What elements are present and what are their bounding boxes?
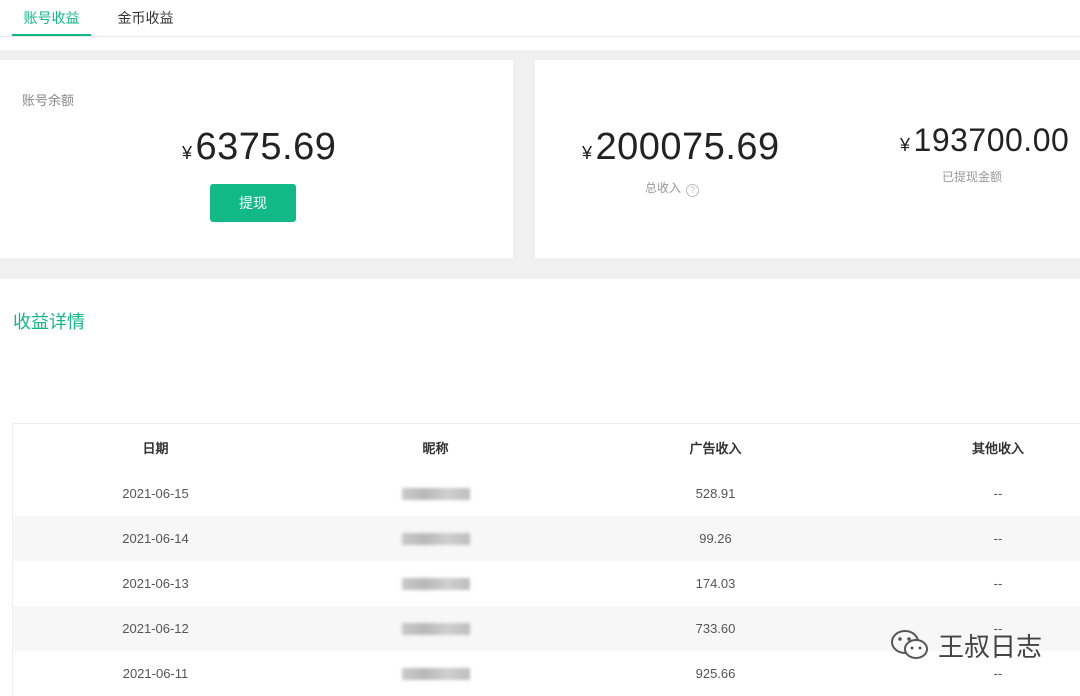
withdrawn-label: 已提现金额 — [942, 170, 1003, 184]
total-income-amount: ¥200075.69 — [582, 126, 780, 169]
table-row: 2021-06-14 99.26 -- — [13, 516, 1080, 561]
currency-symbol: ¥ — [900, 135, 911, 155]
total-income-value: 200075.69 — [595, 126, 780, 168]
wechat-icon — [891, 630, 928, 659]
balance-value: 6375.69 — [195, 126, 337, 168]
earnings-detail-title: 收益详情 — [13, 312, 85, 332]
tab-divider — [0, 36, 1080, 37]
column-header-other-income: 其他收入 — [971, 441, 1024, 456]
redacted-nickname — [401, 487, 470, 500]
row-other-income: -- — [993, 486, 1003, 501]
column-header-ad-income: 广告收入 — [689, 441, 742, 456]
balance-label: 账号余额 — [22, 93, 75, 108]
table-row: 2021-06-13 174.03 -- — [13, 561, 1080, 606]
row-other-income: -- — [993, 576, 1003, 591]
redacted-nickname — [401, 577, 470, 590]
row-ad-income: 174.03 — [695, 576, 736, 591]
row-ad-income: 528.91 — [695, 486, 736, 501]
currency-symbol: ¥ — [582, 143, 593, 163]
tab-account-earnings[interactable]: 账号收益 — [12, 0, 91, 36]
column-header-nickname: 昵称 — [422, 441, 449, 456]
row-nickname-redacted — [298, 651, 573, 696]
withdrawn-value: 193700.00 — [913, 122, 1070, 158]
help-icon[interactable]: ? — [686, 184, 700, 197]
redacted-nickname — [401, 532, 470, 545]
row-nickname-redacted — [298, 606, 573, 651]
redacted-nickname — [401, 667, 470, 680]
row-other-income: -- — [993, 531, 1003, 546]
row-date: 2021-06-12 — [122, 621, 189, 636]
tab-coin-earnings[interactable]: 金币收益 — [106, 0, 185, 36]
table-row: 2021-06-15 528.91 -- — [13, 471, 1080, 516]
row-nickname-redacted — [298, 561, 573, 606]
redacted-nickname — [401, 622, 470, 635]
row-nickname-redacted — [298, 516, 573, 561]
total-income-label: 总收入 — [645, 181, 682, 195]
row-date: 2021-06-11 — [122, 666, 189, 681]
row-ad-income: 925.66 — [695, 666, 736, 681]
table-header: 日期 昵称 广告收入 其他收入 — [13, 424, 1080, 471]
watermark: 王叔日志 — [890, 620, 1042, 670]
row-date: 2021-06-15 — [122, 486, 189, 501]
withdrawn-amount: ¥193700.00 — [900, 122, 1069, 159]
row-ad-income: 733.60 — [695, 621, 736, 636]
currency-symbol: ¥ — [182, 143, 193, 163]
balance-amount: ¥6375.69 — [182, 126, 336, 169]
row-date: 2021-06-14 — [122, 531, 189, 546]
tab-bar: 账号收益 金币收益 — [0, 0, 1080, 50]
watermark-text: 王叔日志 — [938, 631, 1043, 662]
total-income-label-wrap: 总收入? — [645, 179, 700, 197]
withdraw-button[interactable]: 提现 — [210, 184, 296, 222]
row-nickname-redacted — [298, 471, 573, 516]
row-date: 2021-06-13 — [122, 576, 189, 591]
row-ad-income: 99.26 — [699, 531, 732, 546]
column-header-date: 日期 — [142, 441, 169, 456]
